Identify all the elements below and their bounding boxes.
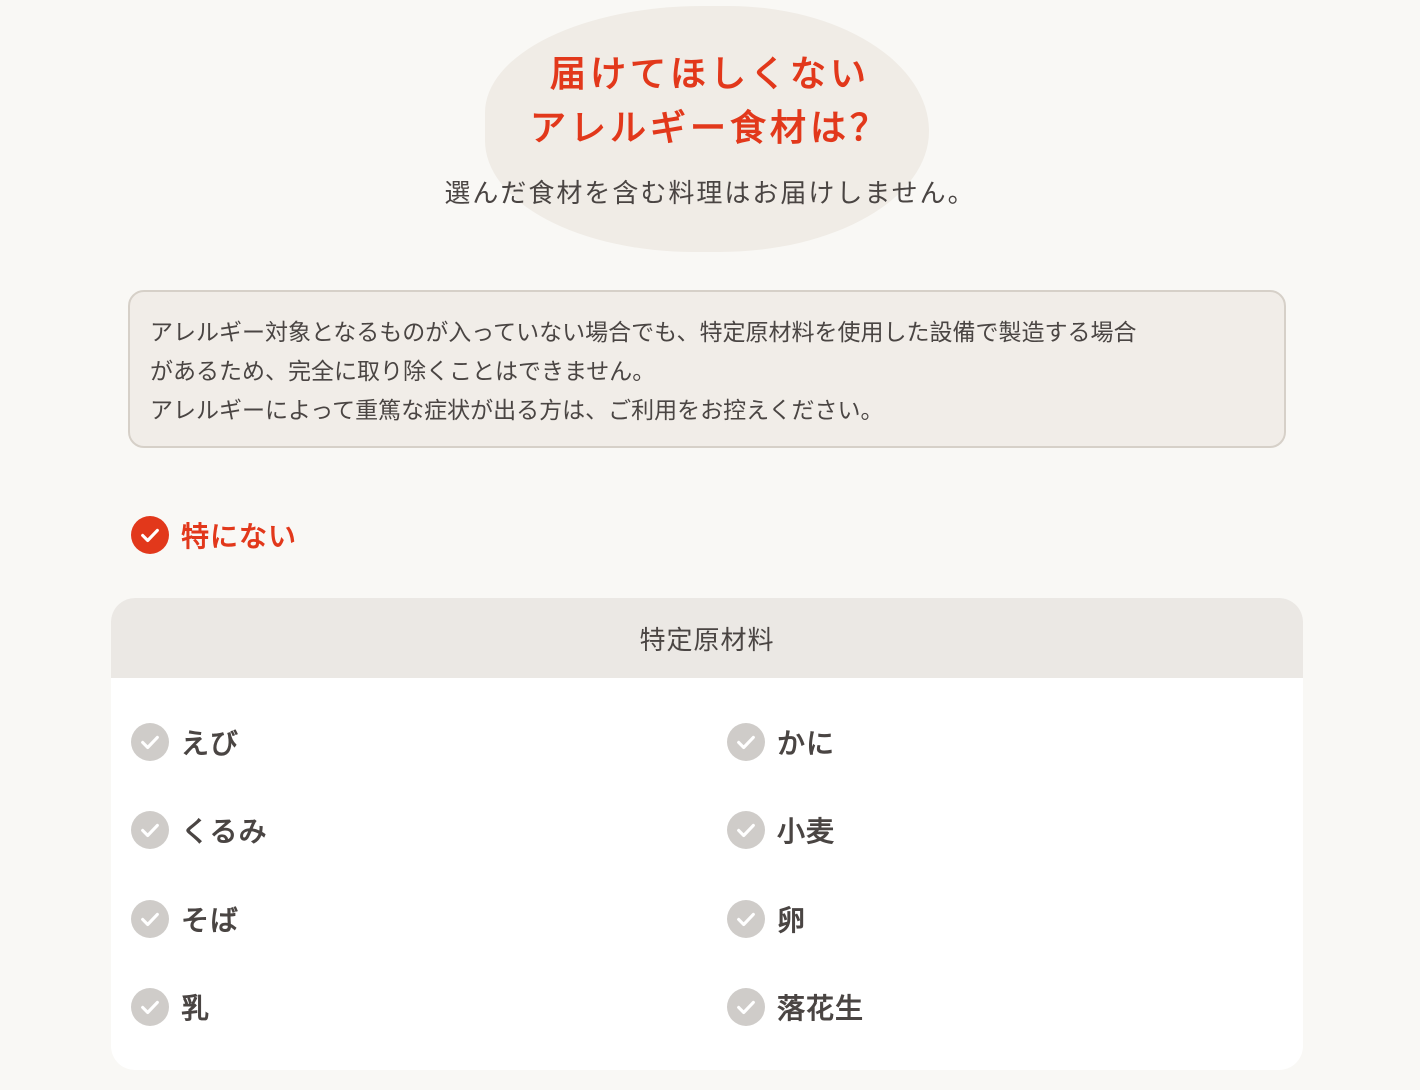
allergen-item-walnut[interactable]: くるみ (131, 810, 267, 850)
allergy-notice-box: アレルギー対象となるものが入っていない場合でも、特定原材料を使用した設備で製造す… (128, 290, 1286, 448)
allergen-item-buckwheat[interactable]: そば (131, 899, 239, 939)
page-title: 届けてほしくない アレルギー食材は？ (0, 48, 1420, 156)
notice-line-2: があるため、完全に取り除くことはできません。 (150, 359, 656, 385)
page-title-line-2: アレルギー食材は？ (529, 108, 890, 149)
allergen-item-milk[interactable]: 乳 (131, 987, 210, 1027)
allergen-item-label: かに (777, 727, 836, 760)
notice-line-3: アレルギーによって重篤な症状が出る方は、ご利用をお控えください。 (150, 398, 884, 424)
allergen-item-label: 落花生 (777, 992, 865, 1025)
check-circle-icon (727, 723, 765, 761)
notice-line-1: アレルギー対象となるものが入っていない場合でも、特定原材料を使用した設備で製造す… (150, 320, 1137, 346)
allergen-panel-header: 特定原材料 (111, 598, 1303, 678)
check-circle-icon (131, 900, 169, 938)
check-circle-icon (131, 516, 169, 554)
allergen-item-wheat[interactable]: 小麦 (727, 810, 835, 850)
check-circle-icon (131, 811, 169, 849)
check-circle-icon (727, 988, 765, 1026)
allergen-item-label: そば (181, 904, 240, 937)
page-subtitle: 選んだ食材を含む料理はお届けしません。 (444, 179, 976, 209)
page-title-line-1: 届けてほしくない (549, 54, 870, 95)
check-circle-icon (727, 900, 765, 938)
allergen-item-label: 卵 (777, 904, 807, 937)
allergen-item-label: 乳 (181, 992, 211, 1025)
allergen-item-label: 小麦 (777, 815, 836, 848)
allergen-item-peanut[interactable]: 落花生 (727, 987, 864, 1027)
allergen-item-label: えび (181, 727, 240, 760)
allergen-item-label: くるみ (181, 815, 268, 848)
allergen-item-shrimp[interactable]: えび (131, 722, 239, 762)
allergen-list: えび かに くるみ 小麦 そば 卵 乳 落花生 (111, 678, 1303, 1070)
check-circle-icon (727, 811, 765, 849)
allergen-panel: 特定原材料 えび かに くるみ 小麦 そば 卵 乳 落花生 (111, 598, 1303, 1070)
allergen-item-crab[interactable]: かに (727, 722, 835, 762)
none-option-checkbox[interactable]: 特にない (131, 515, 297, 555)
check-circle-icon (131, 723, 169, 761)
none-option-label: 特にない (181, 520, 298, 553)
check-circle-icon (131, 988, 169, 1026)
allergen-item-egg[interactable]: 卵 (727, 899, 806, 939)
